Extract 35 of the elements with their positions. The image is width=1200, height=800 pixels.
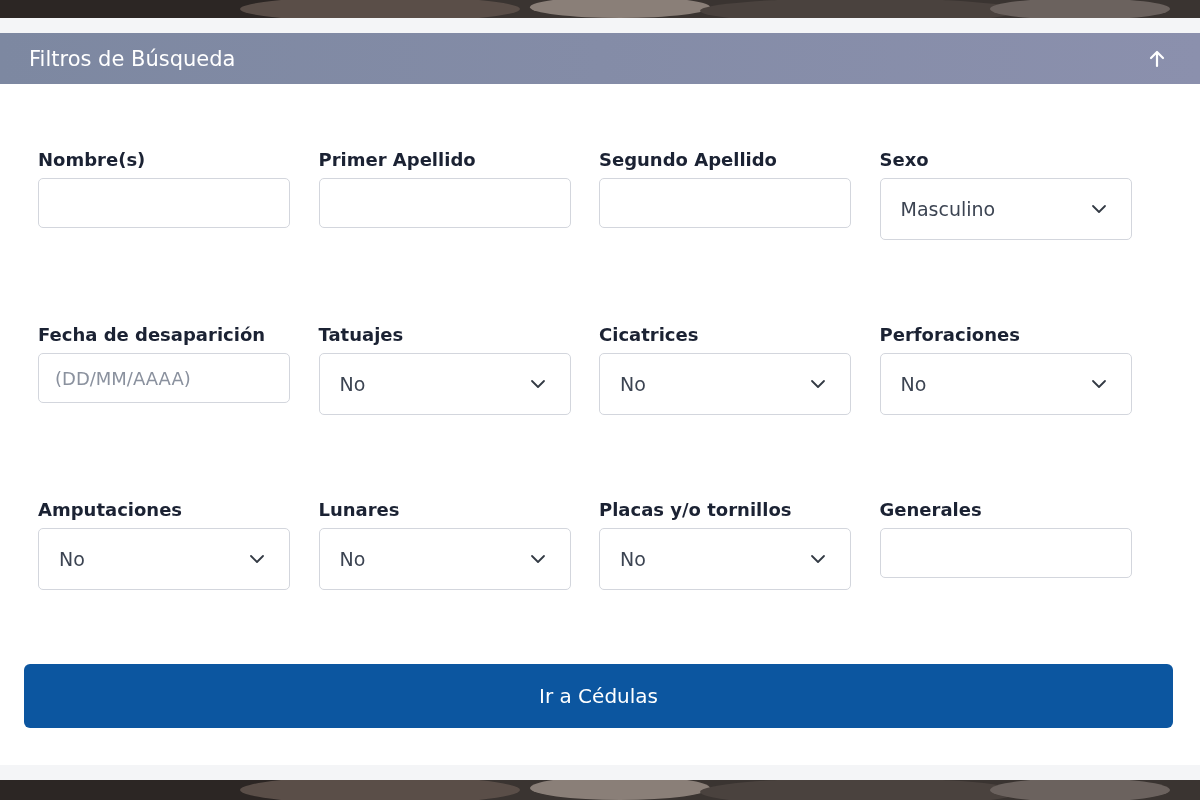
panel-title: Filtros de Búsqueda: [29, 46, 236, 71]
dropdown[interactable]: No: [599, 528, 851, 590]
dropdown[interactable]: Masculino: [879, 178, 1132, 240]
input-field[interactable]: (DD/MM/AAAA): [38, 353, 290, 403]
chevron-down-icon: [1090, 204, 1107, 214]
dropdown[interactable]: No: [38, 528, 290, 590]
field-label: Perforaciones: [879, 324, 1021, 346]
dropdown[interactable]: No: [879, 353, 1132, 415]
chevron-down-icon: [529, 554, 546, 564]
field-label: Generales: [879, 499, 983, 521]
chevron-down-icon: [249, 554, 265, 564]
field-label: Tatuajes: [318, 324, 405, 346]
dropdown[interactable]: No: [318, 528, 571, 590]
field-label: Nombre(s): [38, 149, 147, 171]
dropdown[interactable]: No: [318, 353, 571, 415]
chevron-down-icon: [810, 379, 826, 389]
field-label: Placas y/o tornillos: [599, 499, 793, 521]
field-label: Cicatrices: [599, 324, 700, 346]
field-label: Segundo Apellido: [599, 149, 778, 171]
up-arrow-icon[interactable]: [1147, 48, 1167, 69]
field-label: Sexo: [879, 149, 930, 171]
input-field[interactable]: [879, 528, 1132, 578]
chevron-down-icon: [529, 379, 546, 389]
input-field[interactable]: [599, 178, 851, 228]
chevron-down-icon: [810, 554, 826, 564]
field-label: Fecha de desaparición: [38, 324, 267, 346]
field-label: Amputaciones: [38, 499, 184, 521]
input-field[interactable]: [318, 178, 571, 228]
field-label: Lunares: [318, 499, 401, 521]
submit-button[interactable]: Ir a Cédulas: [24, 664, 1173, 728]
field-label: Primer Apellido: [318, 149, 477, 171]
chevron-down-icon: [1090, 379, 1107, 389]
dropdown[interactable]: No: [599, 353, 851, 415]
panel-header[interactable]: Filtros de Búsqueda: [0, 33, 1200, 84]
input-field[interactable]: [38, 178, 290, 228]
